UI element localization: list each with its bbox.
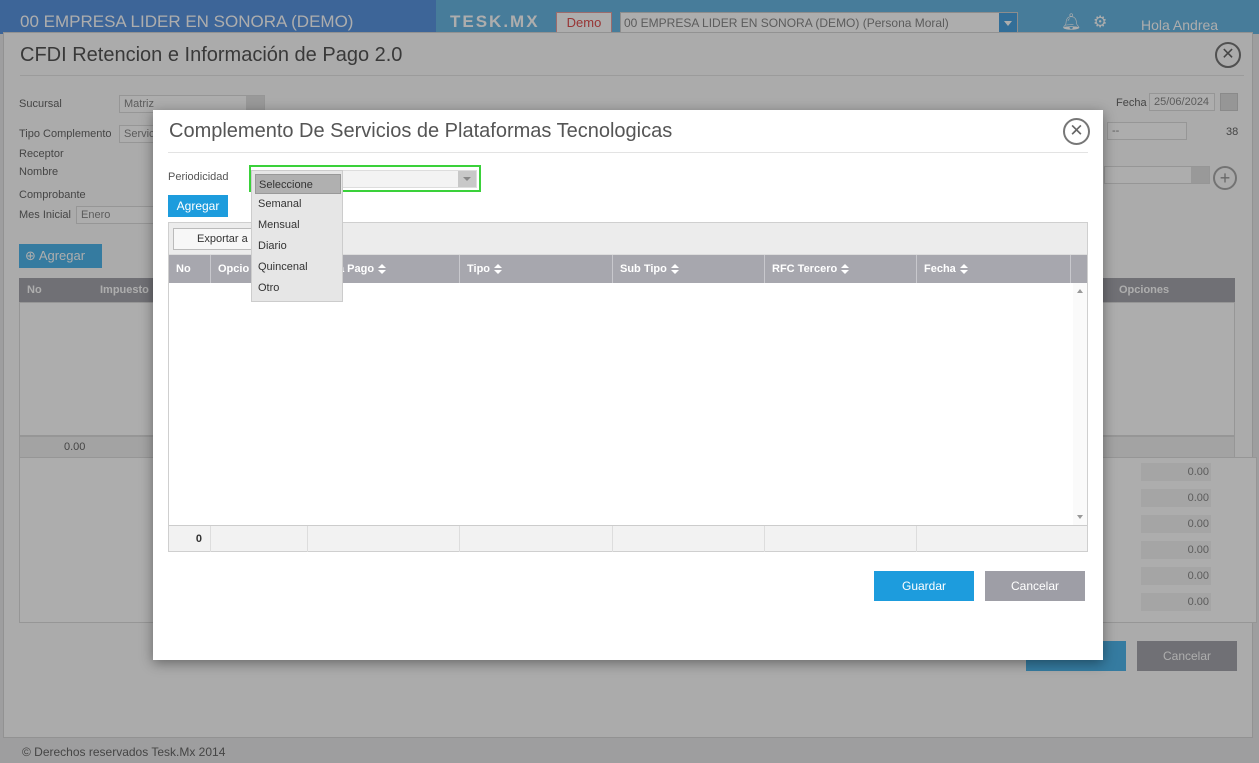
plataformas-modal: Complemento De Servicios de Plataformas …	[153, 110, 1103, 660]
sort-icon	[670, 264, 679, 275]
divider	[168, 152, 1088, 153]
vertical-scrollbar[interactable]	[1073, 283, 1087, 525]
close-icon[interactable]: ✕	[1063, 118, 1090, 145]
grid-record-count: 0	[169, 526, 211, 552]
cancelar-button[interactable]: Cancelar	[985, 571, 1085, 601]
col-no[interactable]: No	[169, 255, 211, 283]
grid-body	[169, 283, 1087, 525]
option-otro[interactable]: Otro	[252, 278, 344, 298]
option-diario[interactable]: Diario	[252, 236, 344, 256]
col-tipo[interactable]: Tipo	[460, 255, 613, 283]
grid-footer-cell	[460, 526, 613, 552]
sort-icon	[959, 264, 968, 275]
option-seleccione[interactable]: Seleccione	[255, 174, 341, 194]
chevron-down-icon[interactable]	[458, 171, 476, 187]
sort-icon	[494, 264, 503, 275]
col-fecha[interactable]: Fecha	[917, 255, 1071, 283]
option-quincenal[interactable]: Quincenal	[252, 257, 344, 277]
periodicidad-label: Periodicidad	[168, 171, 229, 183]
grid-footer-cell	[613, 526, 765, 552]
grid-footer-cell	[308, 526, 460, 552]
grid-footer-cell	[211, 526, 308, 552]
export-button[interactable]: Exportar a	[173, 228, 259, 250]
sort-icon	[841, 264, 850, 275]
option-mensual[interactable]: Mensual	[252, 215, 344, 235]
sort-icon	[378, 264, 387, 275]
scroll-up-icon[interactable]	[1077, 289, 1083, 293]
col-sub-tipo[interactable]: Sub Tipo	[613, 255, 765, 283]
modal-title: Complemento De Servicios de Plataformas …	[169, 120, 673, 142]
col-rfc-tercero[interactable]: RFC Tercero	[765, 255, 917, 283]
periodicidad-dropdown: Seleccione Semanal Mensual Diario Quince…	[251, 170, 343, 302]
option-semanal[interactable]: Semanal	[252, 194, 344, 214]
scroll-down-icon[interactable]	[1077, 515, 1083, 519]
agregar-button[interactable]: Agregar	[168, 195, 228, 217]
guardar-button[interactable]: Guardar	[874, 571, 974, 601]
grid-footer-cell	[765, 526, 917, 552]
grid-footer: 0	[169, 525, 1087, 552]
